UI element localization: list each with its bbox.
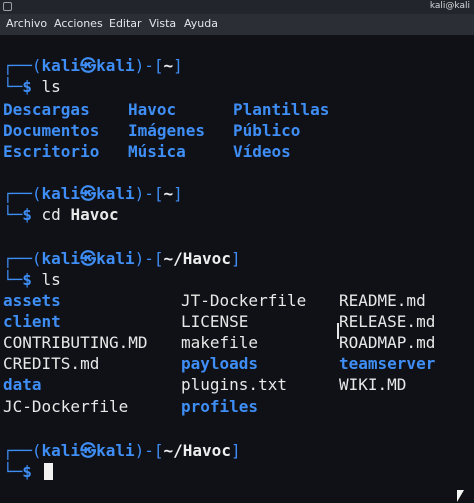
- dir-entry: Havoc: [128, 100, 177, 119]
- command-line: └─$ cd Havoc: [3, 205, 119, 224]
- menu-acciones[interactable]: Acciones: [54, 17, 103, 30]
- prompt-line: ┌──(kali㉿kali)-[~]: [3, 184, 183, 203]
- dir-entry: Vídeos: [233, 142, 291, 161]
- file-entry: RELEASE.md: [339, 312, 436, 331]
- dir-entry: Escritorio: [3, 142, 100, 161]
- file-entry: LICENSE: [181, 312, 249, 331]
- dir-entry: client: [3, 312, 61, 331]
- prompt-line: ┌──(kali㉿kali)-[~]: [3, 56, 183, 75]
- dir-entry: profiles: [181, 397, 259, 416]
- dir-entry: assets: [3, 291, 61, 310]
- menu-editar[interactable]: Editar: [109, 17, 142, 30]
- command-line: └─$ ls: [3, 270, 61, 289]
- file-entry: WIKI.MD: [339, 375, 407, 394]
- menu-vista[interactable]: Vista: [149, 17, 176, 30]
- window-title: kali@kali: [429, 1, 470, 11]
- dir-entry: Plantillas: [233, 100, 330, 119]
- ibeam-cursor-icon: [337, 323, 339, 339]
- menu-archivo[interactable]: Archivo: [6, 17, 47, 30]
- menu-ayuda[interactable]: Ayuda: [184, 17, 218, 30]
- menu-bar: Archivo Acciones Editar Vista Ayuda: [0, 14, 474, 35]
- dir-entry: Descargas: [3, 100, 90, 119]
- dir-entry: Documentos: [3, 121, 100, 140]
- terminal-window-icon[interactable]: [3, 2, 12, 11]
- window-titlebar: kali@kali: [0, 0, 474, 14]
- prompt-line: ┌──(kali㉿kali)-[~/Havoc]: [3, 249, 241, 268]
- command-line[interactable]: └─$: [3, 461, 53, 482]
- file-entry: README.md: [339, 291, 426, 310]
- file-entry: makefile: [181, 333, 259, 352]
- file-entry: JT-Dockerfile: [181, 291, 307, 310]
- mouse-pointer-icon: [457, 490, 464, 502]
- dir-entry: Música: [128, 142, 186, 161]
- dir-entry: teamserver: [339, 354, 436, 373]
- dir-entry: data: [3, 375, 42, 394]
- command-line: └─$ ls: [3, 77, 61, 96]
- dir-entry: Público: [233, 121, 301, 140]
- text-cursor: [43, 463, 53, 480]
- file-entry: JC-Dockerfile: [3, 397, 129, 416]
- file-entry: ROADMAP.md: [339, 333, 436, 352]
- file-entry: CONTRIBUTING.MD: [3, 333, 148, 352]
- dir-entry: payloads: [181, 354, 259, 373]
- file-entry: plugins.txt: [181, 375, 287, 394]
- file-entry: CREDITS.md: [3, 354, 100, 373]
- prompt-line: ┌──(kali㉿kali)-[~/Havoc]: [3, 441, 241, 460]
- dir-entry: Imágenes: [128, 121, 206, 140]
